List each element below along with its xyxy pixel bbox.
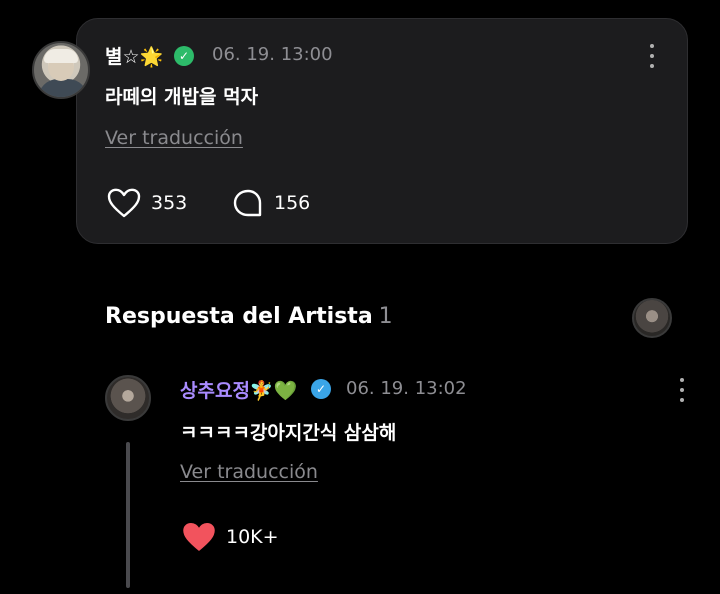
section-title-label: Respuesta del Artista <box>105 304 373 329</box>
verified-artist-badge-icon: ✓ <box>311 379 331 399</box>
heart-icon <box>107 188 141 218</box>
post-translate-link[interactable]: Ver traducción <box>105 127 243 149</box>
reply-author-name[interactable]: 상추요정🧚💚 <box>180 376 297 403</box>
reply-author-avatar[interactable] <box>105 375 151 421</box>
verified-badge-icon: ✓ <box>174 46 194 66</box>
reply-more-options-icon[interactable] <box>679 378 685 402</box>
post-comment-button[interactable]: 156 <box>232 188 310 218</box>
reply-text: ㅋㅋㅋㅋ강아지간식 삼삼해 <box>180 422 397 444</box>
artist-reply-section-title: Respuesta del Artista 1 <box>105 304 393 329</box>
post-comment-count: 156 <box>274 192 311 214</box>
more-options-icon[interactable] <box>649 44 655 68</box>
section-count: 1 <box>378 304 393 329</box>
thread-line <box>126 442 130 588</box>
post-text: 라떼의 개밥을 먹자 <box>105 86 259 108</box>
reply-translate-link[interactable]: Ver traducción <box>180 461 318 483</box>
reply-like-button[interactable]: 10K+ <box>182 522 279 552</box>
post-author-avatar[interactable] <box>32 41 90 99</box>
artist-avatar-shortcut[interactable] <box>632 298 672 338</box>
post-like-count: 353 <box>151 192 188 214</box>
comment-bubble-icon <box>233 189 262 217</box>
reply-timestamp: 06. 19. 13:02 <box>346 378 467 399</box>
post-author-name[interactable]: 별☆🌟 <box>105 42 163 69</box>
reply-like-count: 10K+ <box>226 526 279 548</box>
post-like-button[interactable]: 353 <box>107 188 187 218</box>
post-timestamp: 06. 19. 13:00 <box>212 44 333 65</box>
heart-filled-icon <box>183 523 215 551</box>
